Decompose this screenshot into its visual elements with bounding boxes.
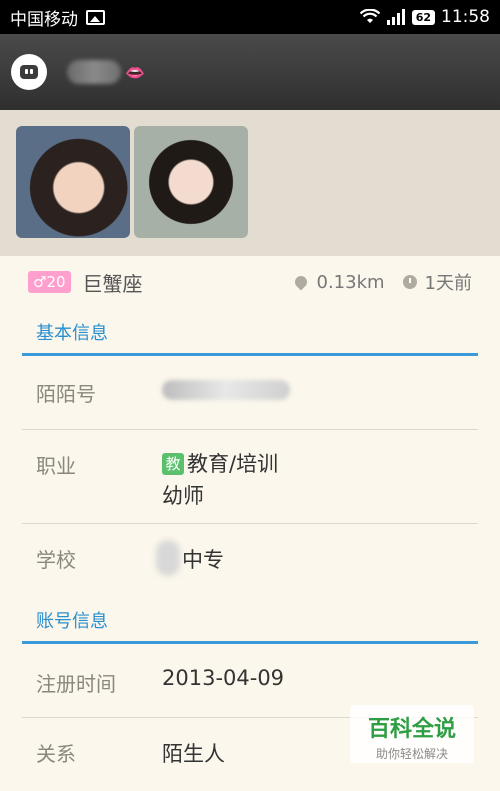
signal-icon — [386, 9, 405, 25]
profile-header: 👄 — [0, 34, 500, 110]
carrier-label: 中国移动 — [10, 9, 78, 30]
status-left: 中国移动 — [10, 5, 105, 30]
image-notification-icon — [86, 9, 105, 25]
blurred-school-prefix — [156, 540, 180, 576]
meta-row: ♂20 巨蟹座 0.13km 1天前 — [0, 256, 500, 308]
wifi-icon — [359, 9, 380, 23]
status-bar: 中国移动 62 11:58 — [0, 0, 500, 34]
relation-value: 陌生人 — [162, 742, 225, 766]
profile-photo-1[interactable] — [16, 126, 130, 238]
school-label: 学校 — [36, 548, 76, 572]
location-pin-icon — [292, 273, 309, 291]
last-seen-label: 1天前 — [424, 273, 472, 294]
education-badge-icon: 教 — [162, 453, 184, 475]
section-title-basic-info: 基本信息 — [22, 312, 478, 356]
clock-icon — [402, 275, 417, 289]
photo-strip — [0, 110, 500, 256]
profile-photo-2[interactable] — [134, 126, 248, 238]
blurred-momo-id — [162, 380, 290, 400]
momo-id-label: 陌陌号 — [36, 382, 96, 406]
section-title-account-info: 账号信息 — [22, 600, 478, 644]
relation-label: 关系 — [36, 742, 76, 766]
job-title: 幼师 — [162, 484, 204, 508]
job-category: 教教育/培训 — [162, 448, 278, 478]
baike-watermark: 百科全说 助你轻松解决 — [350, 705, 474, 763]
field-school: 学校 中专 — [22, 524, 478, 596]
battery-indicator: 62 — [411, 9, 435, 25]
watermark-sub: 助你轻松解决 — [375, 747, 448, 761]
register-time-value: 2013-04-09 — [162, 666, 285, 690]
lips-emoji: 👄 — [125, 62, 145, 82]
register-time-label: 注册时间 — [36, 672, 116, 696]
meta-right: 0.13km 1天前 — [292, 269, 472, 295]
distance-label: 0.13km — [316, 271, 385, 293]
field-momo-id: 陌陌号 — [22, 358, 478, 430]
zodiac-label: 巨蟹座 — [82, 271, 143, 296]
age-badge: ♂20 — [28, 271, 71, 293]
clock-label: 11:58 — [441, 7, 490, 27]
school-value: 中专 — [156, 540, 224, 576]
status-right: 62 11:58 — [359, 7, 490, 27]
job-category-text: 教育/培训 — [187, 452, 279, 476]
school-value-text: 中专 — [182, 548, 224, 572]
watermark-main: 百科全说 — [367, 717, 456, 742]
job-label: 职业 — [36, 454, 76, 478]
field-job: 职业 教教育/培训 幼师 — [22, 430, 478, 524]
chat-bubble-icon[interactable] — [11, 54, 47, 90]
momo-id-value — [162, 380, 290, 405]
blurred-username — [67, 60, 121, 84]
